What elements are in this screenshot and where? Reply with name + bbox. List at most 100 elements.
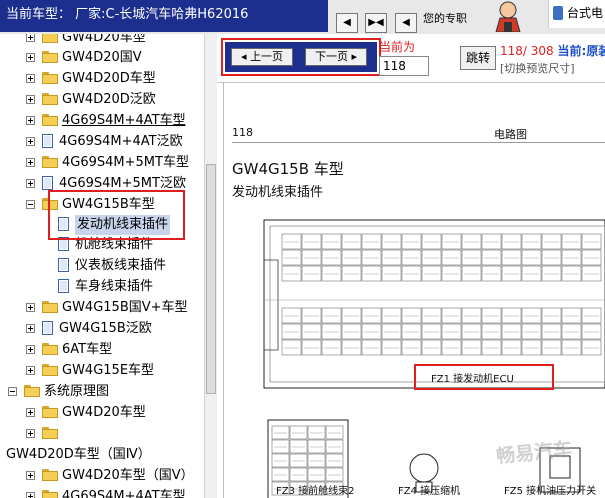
expand-icon[interactable]: [26, 408, 35, 417]
tree-item-label: 车身线束插件: [75, 279, 154, 294]
folder-icon: [42, 34, 58, 43]
split-icon[interactable]: ▶◀: [365, 13, 387, 33]
doc-model-title: GW4G15B 车型: [232, 160, 344, 178]
expand-icon[interactable]: [26, 116, 35, 125]
expand-icon[interactable]: [26, 179, 35, 188]
connector-pin: [307, 425, 326, 440]
expand-icon[interactable]: [26, 471, 35, 480]
connector-pin: [341, 339, 362, 356]
brand-icon: [553, 6, 563, 20]
mascot-icon: [495, 1, 521, 32]
connector-pin: [271, 467, 290, 482]
connector-pin: [501, 233, 522, 250]
folder-icon: [42, 114, 58, 126]
page-info: 118/ 308 当前:原装: [500, 42, 605, 59]
folder-icon: [42, 427, 58, 439]
prev-page-button[interactable]: ◂ 上一页: [231, 48, 293, 66]
connector-pin: [289, 425, 308, 440]
tree-item-label: 6AT车型: [62, 342, 113, 357]
connector-pin: [581, 339, 602, 356]
connector-pin: [321, 249, 342, 266]
expand-icon[interactable]: [26, 95, 35, 104]
connector-pin: [341, 249, 362, 266]
connector-pin: [321, 323, 342, 340]
expand-icon[interactable]: [26, 429, 35, 438]
expand-icon[interactable]: [26, 345, 35, 354]
doc-page-number: 118: [232, 126, 253, 139]
connector-pin: [461, 233, 482, 250]
expand-icon[interactable]: [26, 53, 35, 62]
connector-pin: [401, 249, 422, 266]
current-page-label: 当前为: [379, 40, 416, 54]
connector-pin: [401, 323, 422, 340]
tree-scrollbar[interactable]: [204, 34, 218, 498]
expand-icon[interactable]: [26, 492, 35, 498]
connector-pin: [271, 439, 290, 454]
connector-pin: [325, 467, 344, 482]
viewer-panel: ◂ 上一页 下一页 ▸ 当前为 跳转 118/ 308 当前:原装 [切换预览尺…: [217, 34, 605, 498]
connector-pin: [401, 233, 422, 250]
tree-item-label: GW4D20车型（国Ⅴ）: [62, 468, 194, 483]
fz1-label: FZ1 接发动机ECU: [431, 374, 514, 385]
connector-pin: [307, 453, 326, 468]
doc-subtitle: 发动机线束插件: [232, 185, 324, 200]
prev-icon[interactable]: ◀: [336, 13, 358, 33]
document-page: 118 电路图 GW4G15B 车型 发动机线束插件 FZ1 接发动机ECU F…: [224, 82, 605, 498]
tree-item-label: GW4D20车型: [62, 34, 146, 45]
folder-icon: [42, 51, 58, 63]
collapse-icon[interactable]: [26, 200, 35, 209]
connector-pin: [301, 233, 322, 250]
expand-icon[interactable]: [26, 158, 35, 167]
connector-pin: [561, 233, 582, 250]
expand-icon[interactable]: [26, 303, 35, 312]
doc-rule: [232, 142, 605, 143]
connector-pin: [361, 323, 382, 340]
connector-pin: [521, 233, 542, 250]
model-tree[interactable]: GW4D20车型 GW4D20国Ⅴ GW4D20D车型 GW4D20D泛欧 4G69S4…: [0, 34, 204, 498]
expand-icon[interactable]: [26, 34, 35, 42]
jump-button[interactable]: 跳转: [460, 46, 496, 70]
tree-item-label: GW4D20车型: [62, 405, 146, 420]
folder-icon: [24, 385, 40, 397]
connector-pin: [361, 233, 382, 250]
tree-item-label: 仪表板线束插件: [75, 258, 167, 273]
tree-item-label: GW4D20D泛欧: [62, 92, 156, 107]
connector-pin: [541, 265, 562, 282]
tree-highlight-box: [48, 190, 185, 240]
collapse-icon[interactable]: [8, 387, 17, 396]
current-doc: 原装: [586, 44, 605, 58]
connector-pin: [401, 265, 422, 282]
next-icon[interactable]: ◀: [395, 13, 417, 33]
expand-icon[interactable]: [26, 137, 35, 146]
connector-pin: [307, 467, 326, 482]
connector-pin: [481, 233, 502, 250]
expand-icon[interactable]: [26, 74, 35, 83]
page-number-input[interactable]: [379, 56, 429, 76]
title-bar: 当前车型： 厂家:C-长城汽车哈弗H62016 ◀ ▶◀ ◀ 您的专职 台式电: [0, 0, 605, 34]
connector-pin: [421, 323, 442, 340]
next-page-button[interactable]: 下一页 ▸: [305, 48, 367, 66]
connector-pin: [501, 323, 522, 340]
document-icon: [42, 176, 53, 190]
connector-pin: [301, 323, 322, 340]
expand-icon[interactable]: [26, 366, 35, 375]
connector-pin: [481, 339, 502, 356]
switch-preview-link[interactable]: [切换预览尺寸]: [500, 60, 575, 76]
doc-page-title: 电路图: [494, 128, 527, 141]
connector-pin: [581, 307, 602, 324]
connector-pin: [341, 265, 362, 282]
prev-page-label: 上一页: [250, 50, 284, 63]
current-prefix: 当前:: [557, 44, 587, 58]
your-view-text: 您的专职: [423, 12, 467, 25]
connector-pin: [381, 249, 402, 266]
connector-pin: [361, 249, 382, 266]
connector-pin: [441, 323, 462, 340]
connector-pin: [501, 265, 522, 282]
connector-pin: [401, 307, 422, 324]
connector-pin: [441, 265, 462, 282]
brand-badge: 台式电: [548, 0, 605, 28]
tree-scroll-thumb[interactable]: [206, 164, 216, 394]
connector-pin: [541, 249, 562, 266]
folder-icon: [42, 301, 58, 313]
expand-icon[interactable]: [26, 324, 35, 333]
